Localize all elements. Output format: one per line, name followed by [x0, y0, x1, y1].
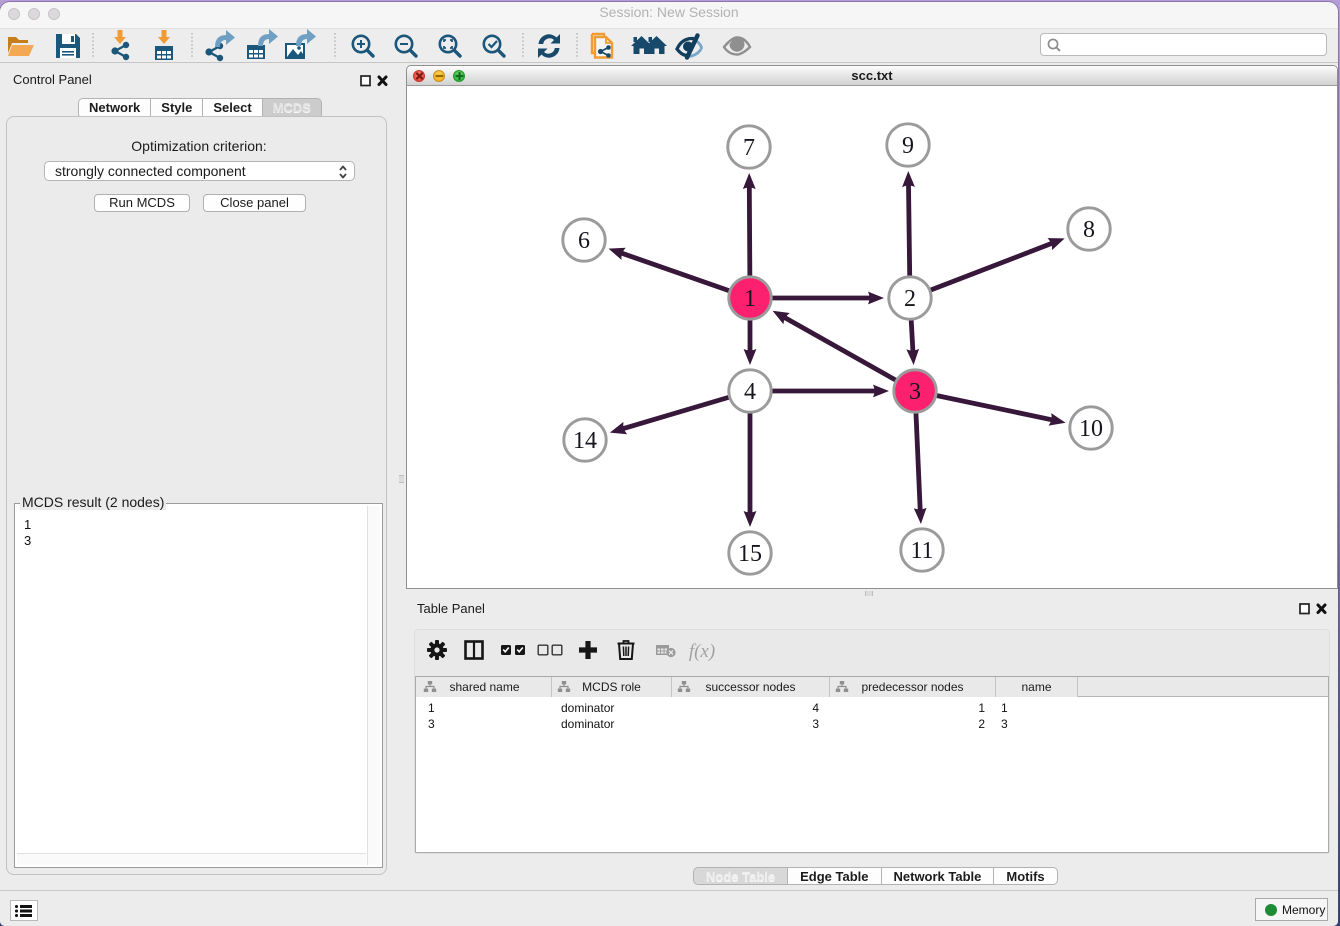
svg-text:8: 8: [1083, 217, 1095, 243]
svg-text:6: 6: [578, 228, 590, 254]
svg-text:14: 14: [573, 428, 597, 454]
svg-text:1: 1: [744, 286, 756, 312]
svg-text:4: 4: [744, 379, 756, 405]
svg-text:9: 9: [902, 133, 914, 159]
svg-text:2: 2: [904, 286, 916, 312]
svg-text:11: 11: [910, 538, 933, 564]
svg-text:10: 10: [1079, 416, 1103, 442]
svg-text:15: 15: [738, 541, 762, 567]
svg-text:3: 3: [909, 379, 921, 405]
svg-text:7: 7: [743, 135, 755, 161]
svg-text:f(x): f(x): [689, 641, 715, 662]
